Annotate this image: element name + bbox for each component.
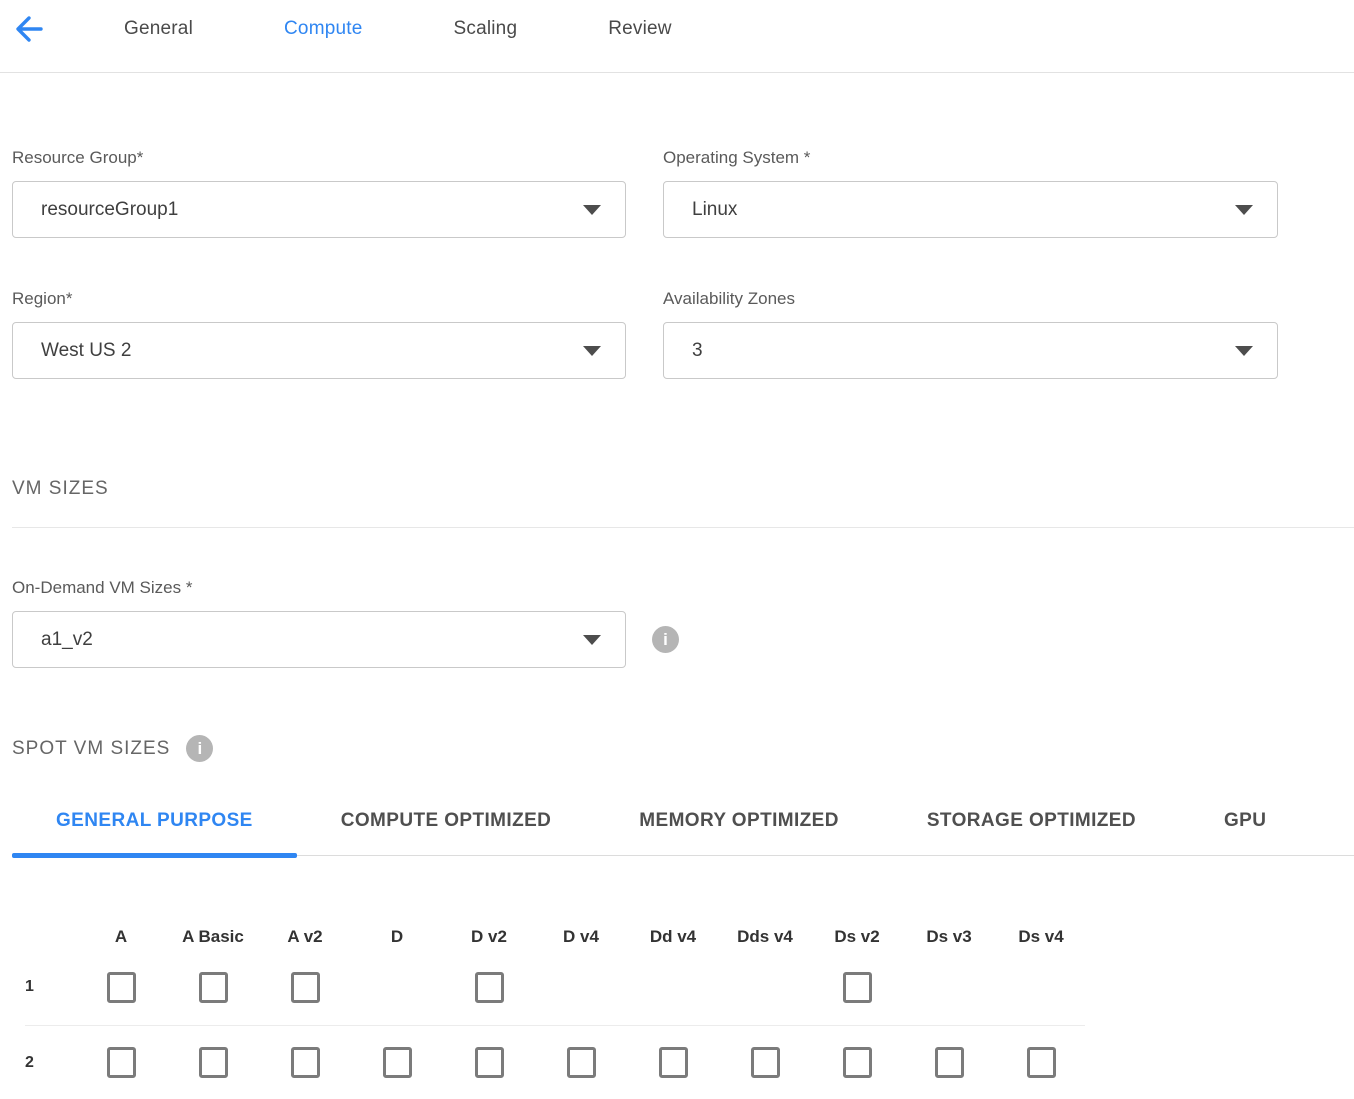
col-header: Dd v4 xyxy=(627,927,719,947)
vm-size-cell xyxy=(995,1047,1087,1078)
chevron-down-icon xyxy=(583,635,601,645)
table-row: 2 xyxy=(0,1026,1087,1099)
on-demand-vm-sizes-select[interactable]: a1_v2 xyxy=(12,611,626,668)
resource-group-select[interactable]: resourceGroup1 xyxy=(12,181,626,238)
tab-compute-optimized[interactable]: COMPUTE OPTIMIZED xyxy=(297,810,596,855)
row-label: 2 xyxy=(0,1054,75,1072)
vm-size-checkbox[interactable] xyxy=(659,1047,688,1078)
chevron-down-icon xyxy=(1235,205,1253,215)
field-region: Region* West US 2 xyxy=(12,289,626,379)
vm-size-cell xyxy=(167,1047,259,1078)
vm-size-checkbox[interactable] xyxy=(291,972,320,1003)
back-arrow-icon[interactable] xyxy=(14,14,44,44)
operating-system-value: Linux xyxy=(692,199,737,221)
spot-vm-sizes-heading: SPOT VM SIZES xyxy=(12,738,170,760)
tab-storage-optimized[interactable]: STORAGE OPTIMIZED xyxy=(883,810,1180,855)
col-header: Ds v4 xyxy=(995,927,1087,947)
info-icon[interactable]: i xyxy=(186,735,213,762)
availability-zones-label: Availability Zones xyxy=(663,289,1278,309)
vm-size-cell xyxy=(75,1047,167,1078)
field-operating-system: Operating System * Linux xyxy=(663,148,1278,238)
region-select[interactable]: West US 2 xyxy=(12,322,626,379)
chevron-down-icon xyxy=(1235,346,1253,356)
field-availability-zones: Availability Zones 3 xyxy=(663,289,1278,379)
resource-group-label: Resource Group* xyxy=(12,148,626,168)
vm-size-cell xyxy=(811,1047,903,1078)
vm-size-checkbox[interactable] xyxy=(751,1047,780,1078)
compute-form: Resource Group* resourceGroup1 Operating… xyxy=(12,148,1354,379)
vm-size-checkbox[interactable] xyxy=(107,972,136,1003)
vm-size-checkbox[interactable] xyxy=(291,1047,320,1078)
vm-size-cell xyxy=(627,1047,719,1078)
vm-size-cell xyxy=(443,1047,535,1078)
col-header: Ds v2 xyxy=(811,927,903,947)
spot-vm-table: A A Basic A v2 D D v2 D v4 Dd v4 Dds v4 … xyxy=(0,925,1087,1099)
on-demand-row: a1_v2 i xyxy=(12,611,1354,668)
on-demand-vm-sizes-value: a1_v2 xyxy=(41,629,93,651)
operating-system-select[interactable]: Linux xyxy=(663,181,1278,238)
spot-vm-table-body: 12 xyxy=(0,949,1087,1099)
col-header: D xyxy=(351,927,443,947)
vm-size-checkbox[interactable] xyxy=(199,972,228,1003)
region-value: West US 2 xyxy=(41,340,131,362)
section-divider xyxy=(12,527,1354,528)
vm-size-cell xyxy=(259,972,351,1003)
vm-size-checkbox[interactable] xyxy=(199,1047,228,1078)
info-icon[interactable]: i xyxy=(652,626,679,653)
resource-group-value: resourceGroup1 xyxy=(41,199,178,221)
col-header: Dds v4 xyxy=(719,927,811,947)
vm-size-checkbox[interactable] xyxy=(1027,1047,1056,1078)
vm-size-cell xyxy=(535,1047,627,1078)
vm-size-cell xyxy=(443,972,535,1003)
chevron-down-icon xyxy=(583,346,601,356)
vm-size-cell xyxy=(811,972,903,1003)
vm-size-checkbox[interactable] xyxy=(843,1047,872,1078)
vm-sizes-heading: VM SIZES xyxy=(12,478,1354,500)
row-label: 1 xyxy=(0,978,75,996)
table-row: 1 xyxy=(0,949,1087,1025)
col-header: A Basic xyxy=(167,927,259,947)
tab-gpu[interactable]: GPU xyxy=(1180,810,1310,855)
region-label: Region* xyxy=(12,289,626,309)
col-header: D v4 xyxy=(535,927,627,947)
tab-memory-optimized[interactable]: MEMORY OPTIMIZED xyxy=(595,810,883,855)
vm-size-checkbox[interactable] xyxy=(567,1047,596,1078)
tab-scaling[interactable]: Scaling xyxy=(454,18,518,40)
wizard-tab-bar: General Compute Scaling Review xyxy=(124,18,672,40)
vm-size-checkbox[interactable] xyxy=(843,972,872,1003)
vm-size-checkbox[interactable] xyxy=(383,1047,412,1078)
vm-size-cell xyxy=(75,972,167,1003)
wizard-header: General Compute Scaling Review xyxy=(0,0,1354,73)
tab-review[interactable]: Review xyxy=(608,18,672,40)
availability-zones-select[interactable]: 3 xyxy=(663,322,1278,379)
vm-size-cell xyxy=(167,972,259,1003)
col-header: A v2 xyxy=(259,927,351,947)
vm-size-checkbox[interactable] xyxy=(475,972,504,1003)
on-demand-vm-sizes-label: On-Demand VM Sizes * xyxy=(12,578,1354,598)
chevron-down-icon xyxy=(583,205,601,215)
vm-size-checkbox[interactable] xyxy=(107,1047,136,1078)
spot-category-tab-bar: GENERAL PURPOSE COMPUTE OPTIMIZED MEMORY… xyxy=(12,810,1354,856)
vm-size-cell xyxy=(259,1047,351,1078)
vm-size-cell xyxy=(351,1047,443,1078)
col-header: Ds v3 xyxy=(903,927,995,947)
tab-general-purpose[interactable]: GENERAL PURPOSE xyxy=(12,810,297,855)
col-header: A xyxy=(75,927,167,947)
field-resource-group: Resource Group* resourceGroup1 xyxy=(12,148,626,238)
operating-system-label: Operating System * xyxy=(663,148,1278,168)
spot-vm-table-header: A A Basic A v2 D D v2 D v4 Dd v4 Dds v4 … xyxy=(0,925,1087,949)
vm-size-checkbox[interactable] xyxy=(935,1047,964,1078)
vm-size-cell xyxy=(719,1047,811,1078)
col-header: D v2 xyxy=(443,927,535,947)
tab-compute[interactable]: Compute xyxy=(284,18,363,40)
vm-size-cell xyxy=(903,1047,995,1078)
availability-zones-value: 3 xyxy=(692,340,703,362)
tab-general[interactable]: General xyxy=(124,18,193,40)
spot-vm-sizes-heading-row: SPOT VM SIZES i xyxy=(12,735,1354,762)
vm-size-checkbox[interactable] xyxy=(475,1047,504,1078)
